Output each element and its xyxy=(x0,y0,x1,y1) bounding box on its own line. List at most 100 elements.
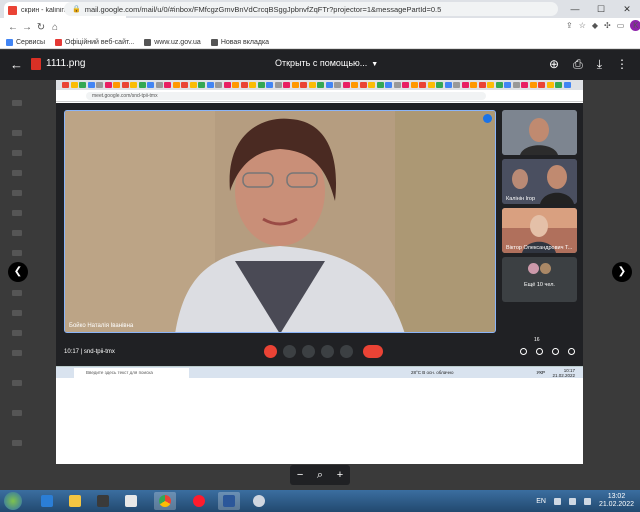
inner-clock: 10:17 21.02.2022 xyxy=(552,368,575,378)
meet-window: Бойко Наталія Іванівна Калінін Ігор Вікт… xyxy=(56,103,583,366)
taskbar-app-player[interactable] xyxy=(120,492,142,510)
hang-up-icon xyxy=(363,345,383,358)
star-icon[interactable]: ☆ xyxy=(579,21,586,30)
bookmark-item[interactable]: Новая вкладка xyxy=(210,38,270,46)
taskbar-app-explorer[interactable] xyxy=(64,492,86,510)
meet-code: snd-tpii-tmx xyxy=(83,349,115,355)
inner-windows-taskbar: Введите здесь текст для поиска 28°C В ос… xyxy=(56,366,583,378)
participants-count: 16 xyxy=(534,337,540,343)
taskbar-app-media[interactable] xyxy=(92,492,114,510)
compose-icon xyxy=(12,100,22,106)
volume-icon[interactable] xyxy=(583,497,591,505)
taskbar-app-opera[interactable] xyxy=(188,492,210,510)
bookmark-icon xyxy=(55,38,63,46)
info-icon xyxy=(520,348,527,355)
inner-tab-favicon xyxy=(266,82,273,88)
inner-tab-favicon xyxy=(461,82,469,88)
inner-tab-favicon xyxy=(308,82,316,88)
start-button[interactable] xyxy=(4,492,22,510)
bookmark-item[interactable]: www.uz.gov.ua xyxy=(144,38,201,46)
more-participants-label: Ещё 10 чел. xyxy=(524,282,555,288)
inner-tab-favicon xyxy=(274,82,282,88)
bookmark-icon xyxy=(144,38,152,46)
inner-tab-favicon xyxy=(563,82,571,88)
image-file-icon xyxy=(31,58,41,70)
reload-icon[interactable]: ↻ xyxy=(34,22,48,33)
home-icon[interactable]: ⌂ xyxy=(48,22,62,33)
bookmark-label: Новая вкладка xyxy=(220,38,270,46)
zoom-search-icon[interactable]: ⌕ xyxy=(317,469,323,482)
close-window-icon[interactable]: ✕ xyxy=(614,0,640,18)
play-icon xyxy=(125,495,137,507)
inner-tab-favicon xyxy=(419,82,426,88)
close-viewer-icon[interactable]: ← xyxy=(10,57,23,72)
language-indicator[interactable]: EN xyxy=(536,498,546,505)
system-tray: EN 13:02 21.02.2022 xyxy=(536,493,634,509)
extension-icon[interactable]: ◆ xyxy=(592,21,598,30)
share-icon[interactable]: ⇪ xyxy=(566,21,573,30)
zoom-out-button[interactable]: − xyxy=(297,469,303,481)
label-icon xyxy=(12,250,22,256)
zoom-in-button[interactable]: + xyxy=(337,469,343,481)
more-options-icon[interactable]: ⋮ xyxy=(616,57,628,72)
network-icon[interactable] xyxy=(568,497,576,505)
profile-avatar[interactable]: K xyxy=(630,20,640,31)
url-text: mail.google.com/mail/u/0/#inbox/FMfcgzGm… xyxy=(84,4,442,14)
next-attachment-button[interactable]: ❯ xyxy=(612,262,632,282)
previous-attachment-button[interactable]: ❮ xyxy=(8,262,28,282)
inner-tab-favicon xyxy=(181,82,188,88)
inner-lang: УКР xyxy=(536,370,545,375)
bookmark-item[interactable]: Офіційний веб-сайт... xyxy=(55,38,134,46)
inner-date: 21.02.2022 xyxy=(552,373,575,378)
minimize-icon[interactable]: — xyxy=(562,0,588,18)
bookmarks-bar: Сервисы Офіційний веб-сайт... www.uz.gov.u… xyxy=(0,36,640,49)
clock[interactable]: 13:02 21.02.2022 xyxy=(599,493,634,509)
inner-search-box: Введите здесь текст для поиска xyxy=(74,368,189,378)
maximize-icon[interactable]: ☐ xyxy=(588,0,614,18)
taskbar-app-viewer[interactable] xyxy=(248,492,270,510)
forward-icon[interactable]: → xyxy=(20,22,34,33)
inner-tab-favicon xyxy=(453,82,460,88)
people-icon xyxy=(536,348,543,355)
main-video: Бойко Наталія Іванівна xyxy=(64,110,496,333)
chat-icon xyxy=(12,440,22,446)
inner-tab-favicon xyxy=(393,82,401,88)
open-with-label: Открыть с помощью... xyxy=(275,58,368,68)
meet-buttons xyxy=(264,345,383,358)
taskbar-app-word[interactable] xyxy=(218,492,240,510)
more-participants-tile: Ещё 10 чел. xyxy=(502,257,577,302)
inner-url: meet.google.com/snd-tpii-tmx xyxy=(86,92,486,100)
drafts-icon xyxy=(12,210,22,216)
meet-side-buttons xyxy=(520,348,575,355)
print-icon[interactable]: ⎙ xyxy=(573,57,583,72)
inner-tab-strip xyxy=(56,80,583,90)
inner-tab-favicon xyxy=(147,82,154,88)
taskbar-app-ie[interactable] xyxy=(36,492,58,510)
open-with-button[interactable]: Открыть с помощью... ▼ xyxy=(275,58,378,68)
bookmark-item[interactable]: Сервисы xyxy=(6,38,46,46)
inner-tab-favicon xyxy=(529,82,537,88)
inner-tab-favicon xyxy=(62,82,69,88)
participant-name: Калінін Ігор xyxy=(506,196,536,202)
toolbar: ← → ↻ ⌂ xyxy=(0,18,640,36)
inner-tab-favicon xyxy=(402,82,409,88)
address-bar[interactable]: 🔒 mail.google.com/mail/u/0/#inbox/FMfcgz… xyxy=(64,2,558,16)
attachment-image: meet.google.com/snd-tpii-tmx Бойко Натал… xyxy=(56,80,583,464)
label-icon xyxy=(12,310,22,316)
word-icon xyxy=(223,495,235,507)
inner-tab-favicon xyxy=(495,82,503,88)
inner-tab-favicon xyxy=(189,82,197,88)
tray-arrow-icon[interactable] xyxy=(553,497,561,505)
inner-address-bar: meet.google.com/snd-tpii-tmx xyxy=(56,90,583,102)
back-icon[interactable]: ← xyxy=(6,22,20,33)
add-to-drive-icon[interactable]: ⊕ xyxy=(549,57,559,72)
puzzle-icon[interactable]: ✣ xyxy=(604,21,611,30)
sidebar-icon[interactable]: ▭ xyxy=(617,21,625,30)
download-icon[interactable]: ⤓ xyxy=(597,57,602,72)
clock-date: 21.02.2022 xyxy=(598,501,634,508)
taskbar-app-chrome[interactable] xyxy=(154,492,176,510)
present-icon xyxy=(321,345,334,358)
bookmark-label: Сервисы xyxy=(16,38,46,46)
clock-time: 13:02 xyxy=(607,493,626,500)
inner-tab-favicon xyxy=(538,82,545,88)
